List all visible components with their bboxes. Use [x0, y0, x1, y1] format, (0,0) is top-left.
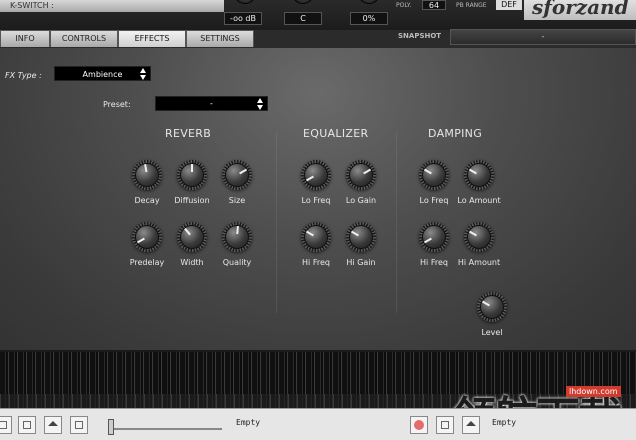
pb-range-label: PB RANGE	[456, 2, 487, 9]
damping-hi-freq-knob[interactable]	[419, 222, 449, 252]
preset-label: Preset:	[103, 100, 131, 109]
volume-knob[interactable]	[234, 0, 256, 4]
reverb-title: REVERB	[165, 127, 212, 140]
snapshot-label: SNAPSHOT	[398, 32, 442, 40]
width-knob[interactable]	[177, 222, 207, 252]
pb-range-value[interactable]: DEF	[496, 0, 522, 10]
level-knob[interactable]	[477, 292, 507, 322]
pan-knob[interactable]	[358, 0, 380, 4]
equalizer-title: EQUALIZER	[303, 127, 369, 140]
fx-type-select[interactable]: Ambience	[54, 66, 151, 81]
stop-button[interactable]	[18, 416, 36, 434]
watermark-site: lhdown.com	[566, 386, 621, 397]
loop-button[interactable]	[70, 416, 88, 434]
snapshot-select[interactable]: -	[450, 29, 636, 45]
position-slider-thumb[interactable]	[108, 419, 114, 435]
eq-lo-gain-label: Lo Gain	[345, 196, 377, 205]
updown-arrows-icon	[140, 68, 147, 80]
kswitch-label: K-SWITCH :	[0, 0, 224, 12]
square-icon	[0, 421, 7, 429]
position-slider-track[interactable]	[112, 428, 222, 430]
key-value: C	[284, 12, 322, 25]
damping-lo-amount-label: Lo Amount	[457, 196, 501, 205]
stop-icon	[23, 421, 31, 429]
eq-lo-freq-knob[interactable]	[301, 160, 331, 190]
eject-icon	[48, 421, 58, 426]
damping-lo-freq-knob[interactable]	[419, 160, 449, 190]
poly-value[interactable]: 64	[422, 0, 446, 10]
eject-button[interactable]	[44, 416, 62, 434]
transport-bar: Empty Empty	[0, 408, 636, 440]
poly-label: POLY.	[396, 2, 412, 9]
eq-hi-freq-knob[interactable]	[301, 222, 331, 252]
right-file-label: Empty	[492, 418, 517, 427]
tab-effects[interactable]: EFFECTS	[118, 30, 186, 47]
eq-hi-gain-label: Hi Gain	[346, 258, 376, 267]
size-label: Size	[228, 196, 246, 205]
record-eject-button[interactable]	[462, 416, 480, 434]
updown-arrows-icon	[257, 98, 264, 110]
quality-label: Quality	[222, 258, 252, 267]
section-divider	[396, 133, 397, 313]
key-knob[interactable]	[292, 0, 314, 4]
stop-icon	[441, 421, 449, 429]
record-button[interactable]	[410, 416, 428, 434]
fx-type-label: FX Type :	[5, 71, 42, 80]
tab-controls[interactable]: CONTROLS	[50, 30, 118, 47]
section-divider	[276, 133, 277, 313]
decay-knob[interactable]	[132, 160, 162, 190]
volume-value: -oo dB	[224, 12, 262, 25]
preset-select[interactable]: -	[155, 96, 268, 111]
eq-hi-gain-knob[interactable]	[346, 222, 376, 252]
diffusion-knob[interactable]	[177, 160, 207, 190]
fx-type-value: Ambience	[82, 70, 123, 79]
damping-lo-amount-knob[interactable]	[464, 160, 494, 190]
preset-value: -	[210, 99, 213, 108]
tab-settings[interactable]: SETTINGS	[186, 30, 254, 47]
record-icon	[414, 420, 424, 430]
eq-lo-gain-knob[interactable]	[346, 160, 376, 190]
damping-title: DAMPING	[428, 127, 483, 140]
tab-bar: INFO CONTROLS EFFECTS SETTINGS	[0, 30, 254, 47]
left-file-label: Empty	[236, 418, 261, 427]
quality-knob[interactable]	[222, 222, 252, 252]
eject-icon	[466, 421, 476, 426]
tab-info[interactable]: INFO	[0, 30, 50, 47]
top-bar: K-SWITCH : -oo dB C 0% POLY. 64 PB RANGE…	[0, 0, 636, 30]
play-button[interactable]	[0, 416, 12, 434]
predelay-knob[interactable]	[132, 222, 162, 252]
damping-hi-amount-label: Hi Amount	[457, 258, 501, 267]
pan-value: 0%	[350, 12, 388, 25]
record-stop-button[interactable]	[436, 416, 454, 434]
loop-icon	[75, 421, 83, 429]
size-knob[interactable]	[222, 160, 252, 190]
level-label: Level	[481, 328, 503, 337]
damping-hi-amount-knob[interactable]	[464, 222, 494, 252]
effects-panel: FX Type : Ambience Preset: - REVERB EQUA…	[0, 48, 636, 350]
brand-logo: sforzand	[524, 0, 636, 20]
